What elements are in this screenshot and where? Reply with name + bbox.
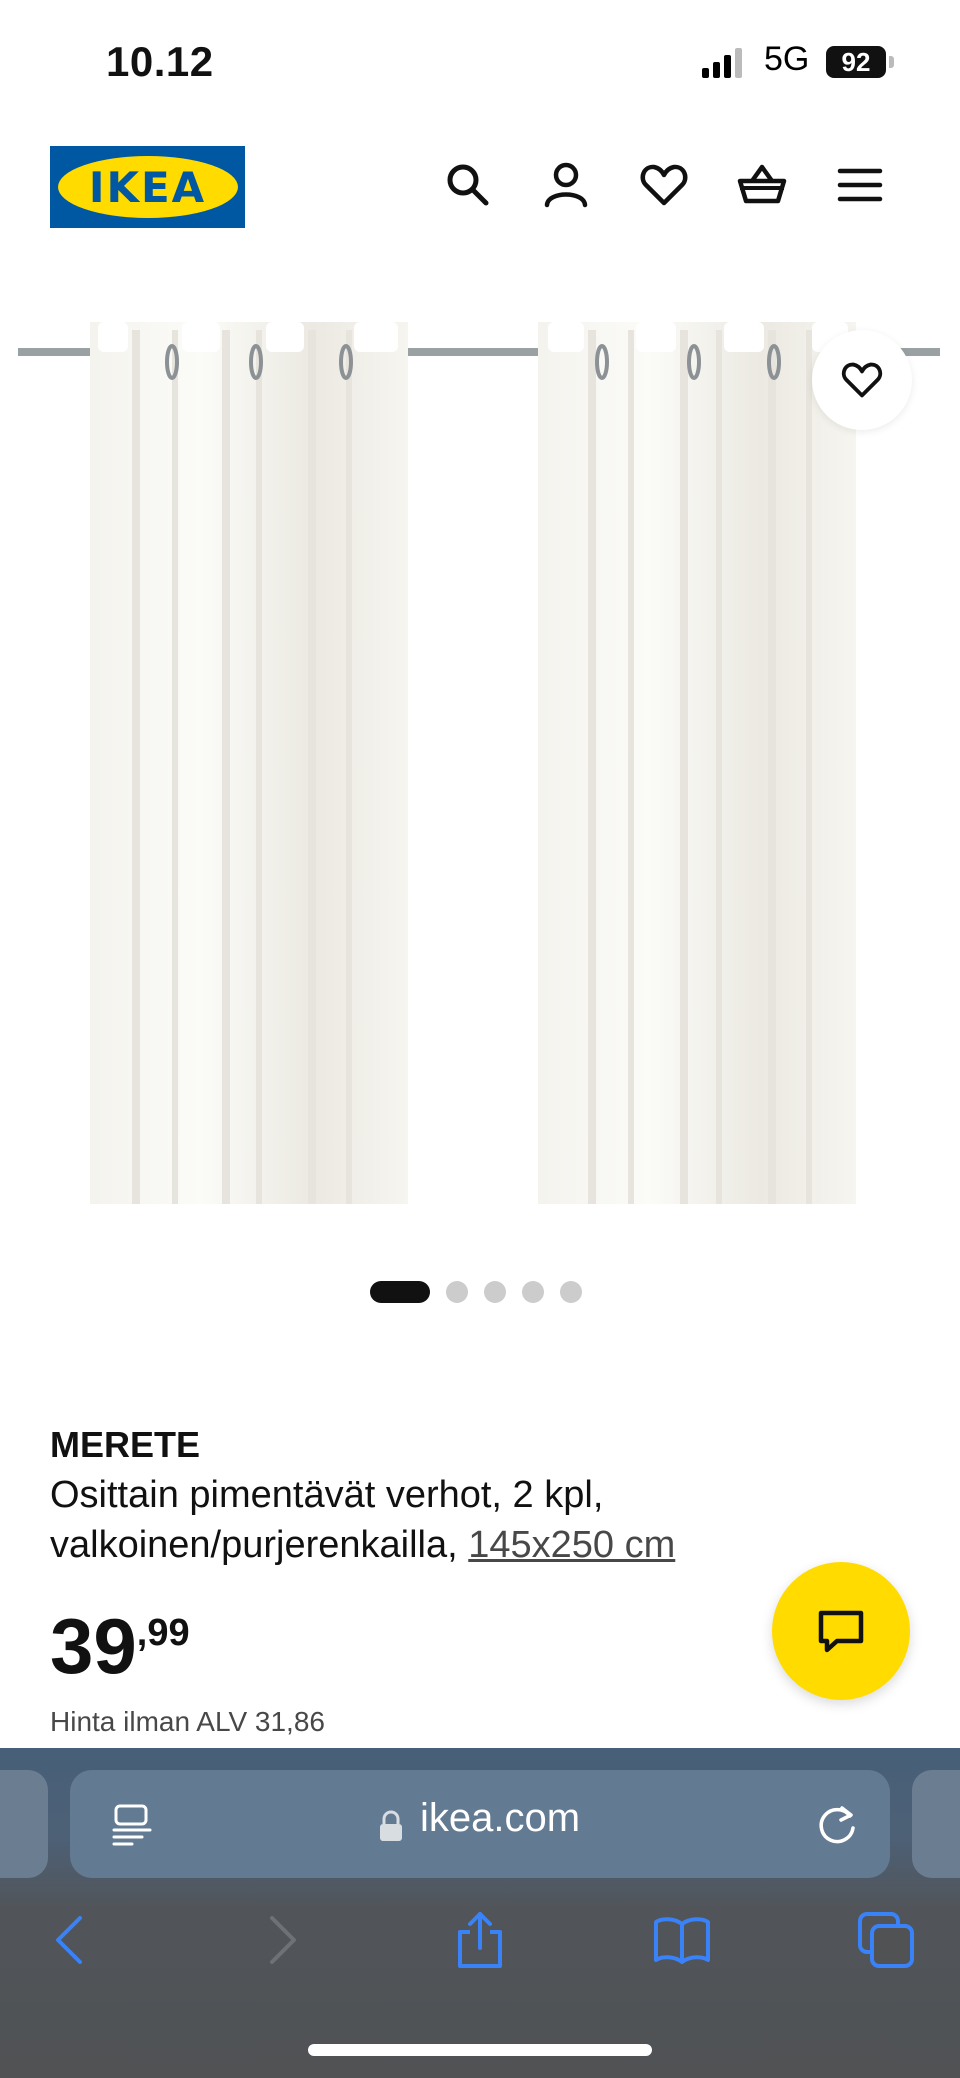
url-domain: ikea.com [419, 1796, 581, 1840]
signal-icon [702, 48, 742, 78]
network-label: 5G [764, 40, 810, 78]
price-decimal: ,99 [136, 1612, 190, 1654]
status-time: 10.12 [106, 38, 214, 85]
menu-icon[interactable] [832, 157, 888, 213]
product-image[interactable] [0, 290, 960, 1230]
carousel-dot[interactable] [446, 1281, 468, 1303]
heart-icon[interactable] [636, 157, 692, 213]
carousel-dot[interactable] [370, 1281, 430, 1303]
tabs-icon[interactable] [856, 1910, 916, 1970]
carousel-dot[interactable] [522, 1281, 544, 1303]
carousel-dot[interactable] [484, 1281, 506, 1303]
product-size-link[interactable]: 145x250 cm [468, 1524, 675, 1566]
home-indicator [308, 2044, 652, 2056]
carousel-indicator[interactable] [370, 1280, 582, 1304]
chat-button[interactable] [772, 1562, 910, 1700]
battery-icon: 92 [826, 42, 896, 82]
product-description: Osittain pimentävät verhot, 2 kpl, valko… [50, 1470, 750, 1570]
reload-icon[interactable] [812, 1800, 862, 1850]
product-name: MERETE [50, 1424, 201, 1465]
account-icon[interactable] [538, 157, 594, 213]
chat-icon [818, 1610, 864, 1653]
ikea-logo[interactable]: IKEA [50, 146, 245, 228]
battery-level: 92 [826, 46, 886, 78]
share-icon[interactable] [450, 1910, 510, 1970]
search-icon[interactable] [440, 157, 496, 213]
heart-icon [841, 362, 883, 398]
forward-icon[interactable] [250, 1910, 310, 1970]
basket-icon[interactable] [734, 157, 790, 213]
carousel-dot[interactable] [560, 1281, 582, 1303]
price-integer: 39 [50, 1602, 137, 1690]
logo-text: IKEA [88, 162, 207, 212]
bookmarks-icon[interactable] [652, 1910, 712, 1970]
product-price: 39 ,99 [50, 1604, 190, 1688]
wishlist-button[interactable] [812, 330, 912, 430]
back-icon[interactable] [42, 1910, 102, 1970]
price-without-vat: Hinta ilman ALV 31,86 [50, 1706, 325, 1737]
